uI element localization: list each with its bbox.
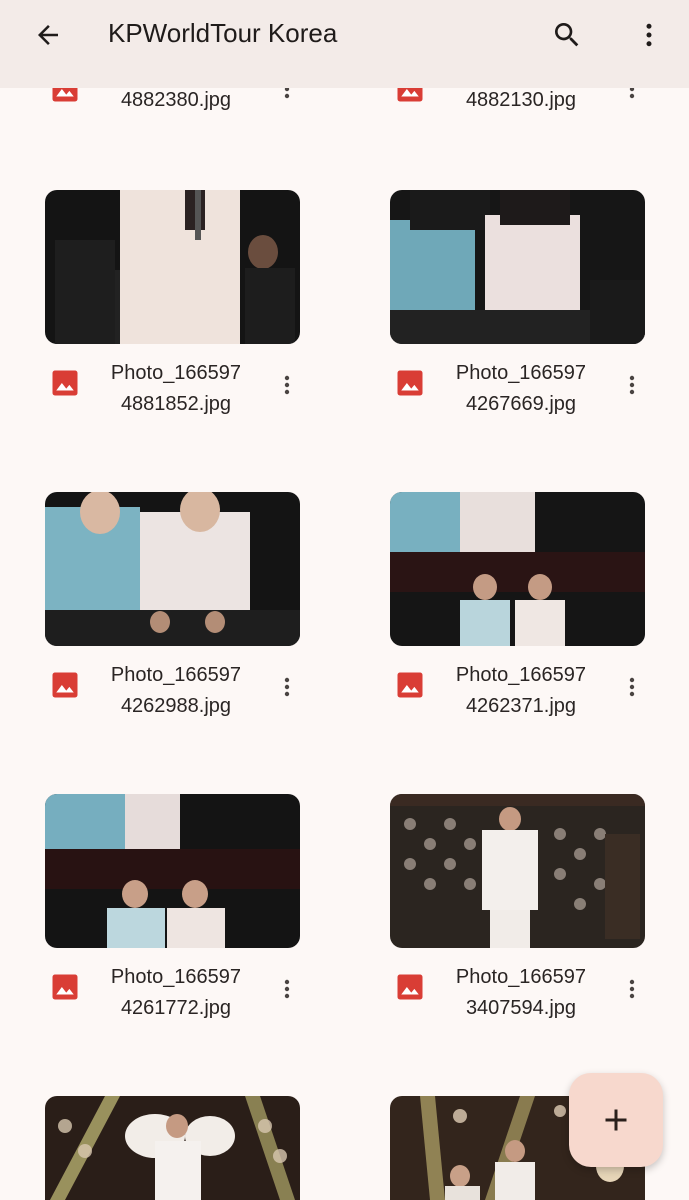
file-name: Photo_166597 3407594.jpg [455, 966, 587, 1019]
file-name: Photo_166597 4261772.jpg [110, 966, 242, 1019]
search-icon [555, 23, 579, 47]
image-file-icon [397, 370, 423, 396]
overflow-menu-button[interactable] [626, 12, 672, 58]
photo-thumbnail[interactable] [390, 492, 645, 646]
file-name: Photo_166597 4267669.jpg [455, 362, 587, 415]
arrow-back-icon [38, 25, 58, 45]
file-menu-button[interactable] [618, 670, 646, 704]
page-title: KPWorldTour Korea [108, 18, 338, 48]
file-name: Photo_166597 4262371.jpg [455, 664, 587, 717]
file-name: 4882380.jpg [120, 89, 232, 111]
add-button[interactable] [569, 1073, 663, 1167]
file-menu-button[interactable] [618, 368, 646, 402]
file-name: Photo_166597 4881852.jpg [110, 362, 242, 415]
more-vert-icon [284, 677, 290, 697]
more-vert-icon [284, 979, 290, 999]
file-menu-button[interactable] [273, 368, 301, 402]
back-button[interactable] [22, 14, 74, 56]
more-vert-icon [629, 677, 635, 697]
search-button[interactable] [544, 12, 590, 58]
image-file-icon [397, 974, 423, 1000]
photo-thumbnail[interactable] [390, 794, 645, 948]
more-vert-icon [629, 979, 635, 999]
photo-thumbnail[interactable] [390, 190, 645, 344]
photo-thumbnail[interactable] [45, 492, 300, 646]
file-menu-button[interactable] [273, 972, 301, 1006]
more-vert-icon [284, 375, 290, 395]
file-name: Photo_166597 4262988.jpg [110, 664, 242, 717]
plus-icon [605, 1109, 627, 1131]
more-vert-icon [629, 375, 635, 395]
app-bar: KPWorldTour Korea [0, 0, 689, 88]
photo-thumbnail[interactable] [45, 190, 300, 344]
file-menu-button[interactable] [273, 670, 301, 704]
photo-thumbnail[interactable] [45, 1096, 300, 1200]
file-grid: 4882380.jpg 4882130.jpg Photo_166597 4881… [0, 0, 689, 1200]
more-vert-icon [646, 23, 652, 47]
file-menu-button[interactable] [618, 972, 646, 1006]
file-name: 4882130.jpg [465, 89, 577, 111]
photo-thumbnail[interactable] [45, 794, 300, 948]
image-file-icon [52, 974, 78, 1000]
image-file-icon [52, 370, 78, 396]
image-file-icon [52, 672, 78, 698]
image-file-icon [397, 672, 423, 698]
